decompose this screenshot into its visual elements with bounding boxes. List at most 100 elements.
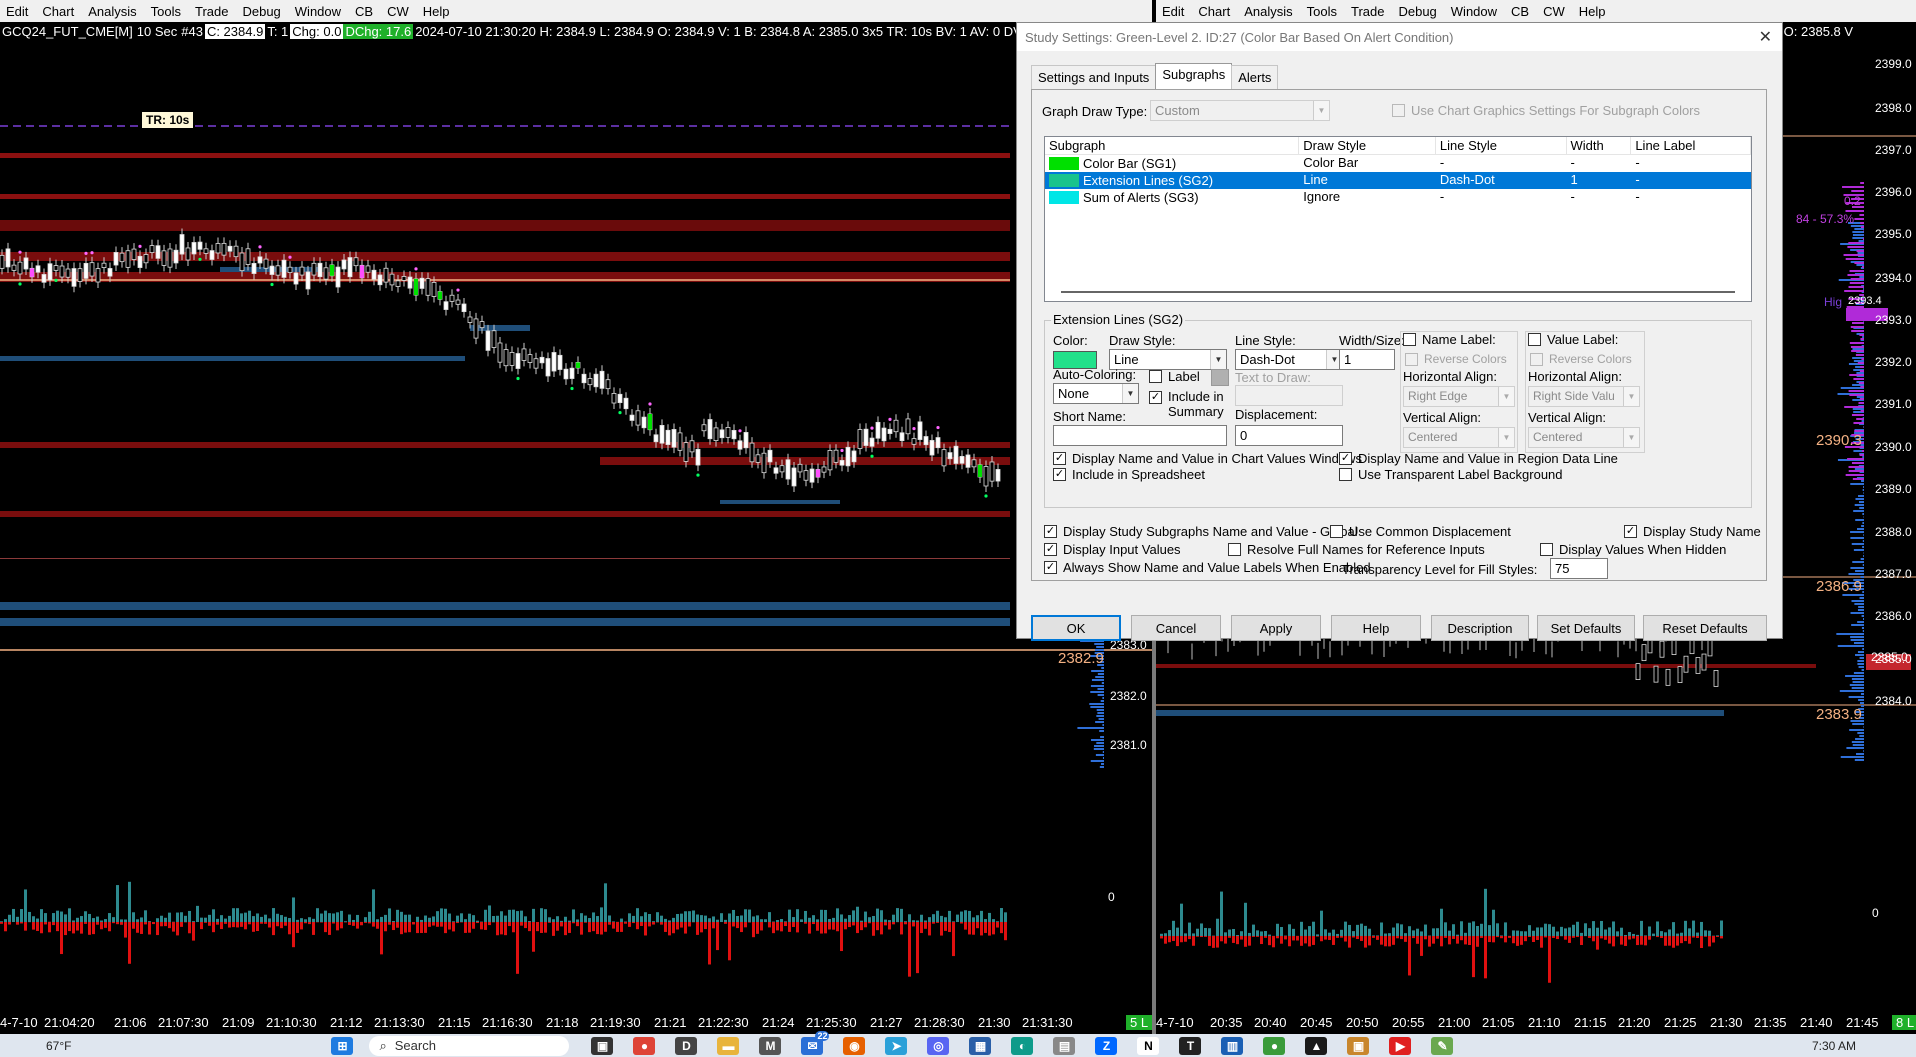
resolve-full-names-checkbox[interactable]: Resolve Full Names for Reference Inputs (1228, 542, 1485, 557)
tradingview-icon[interactable]: T (1179, 1036, 1202, 1055)
horizontal-align-select[interactable]: Right Side Valu ▼ (1528, 386, 1640, 407)
line-style-select[interactable]: Dash-Dot ▼ (1235, 349, 1343, 370)
telegram-icon[interactable]: ➤ (885, 1036, 908, 1055)
set-defaults-button[interactable]: Set Defaults (1537, 615, 1635, 641)
ok-button[interactable]: OK (1031, 615, 1121, 641)
column-header[interactable]: Draw Style (1299, 137, 1436, 154)
display-region-data-checkbox[interactable]: ✓ Display Name and Value in Region Data … (1339, 451, 1618, 466)
app-icon-5[interactable]: ✎ (1431, 1036, 1454, 1055)
profile-bar-purple (1850, 346, 1864, 348)
dell-icon[interactable]: D (675, 1036, 698, 1055)
short-name-input[interactable] (1053, 425, 1227, 446)
chart-left[interactable]: GCQ24_FUT_CME[M] 10 Sec #43 C: 2384.9 T:… (0, 22, 1152, 1034)
menu-analysis[interactable]: Analysis (1238, 4, 1300, 19)
menu-debug[interactable]: Debug (236, 4, 288, 19)
app-icon-4[interactable]: ▣ (1347, 1036, 1370, 1055)
auto-coloring-select[interactable]: None ▼ (1053, 383, 1139, 404)
width-stepper[interactable]: 1 (1339, 349, 1395, 370)
tab-subgraphs[interactable]: Subgraphs (1155, 63, 1233, 89)
column-header[interactable]: Subgraph (1045, 137, 1300, 154)
file-explorer-icon[interactable]: ▬ (717, 1036, 740, 1055)
zalo-icon[interactable]: Z (1095, 1036, 1118, 1055)
tab-alerts[interactable]: Alerts (1231, 65, 1279, 89)
menu-trade[interactable]: Trade (1345, 4, 1392, 19)
horizontal-scrollbar[interactable] (1061, 291, 1735, 293)
display-input-values-checkbox[interactable]: ✓ Display Input Values (1044, 542, 1181, 557)
display-when-hidden-checkbox[interactable]: Display Values When Hidden (1540, 542, 1726, 557)
value-label-checkbox[interactable]: Value Label: (1528, 332, 1618, 347)
table-row[interactable]: Color Bar (SG1) Color Bar - - - (1045, 155, 1751, 172)
profile-bar-purple (1854, 218, 1864, 220)
subgraph-table[interactable]: Subgraph Draw Style Line Style Width Lin… (1044, 136, 1752, 302)
reset-defaults-button[interactable]: Reset Defaults (1643, 615, 1767, 641)
menu-help[interactable]: Help (1573, 4, 1614, 19)
column-header[interactable]: Line Style (1436, 137, 1567, 154)
help-button[interactable]: Help (1331, 615, 1421, 641)
graph-draw-type-select[interactable]: Custom ▼ (1150, 100, 1330, 121)
column-header[interactable]: Line Label (1631, 137, 1751, 154)
menu-window[interactable]: Window (289, 4, 349, 19)
task-view-icon[interactable]: ▣ (591, 1036, 614, 1055)
table-row[interactable]: Sum of Alerts (SG3) Ignore - - - (1045, 189, 1751, 206)
vertical-align-select[interactable]: Centered ▼ (1528, 427, 1640, 448)
tab-settings-and-inputs[interactable]: Settings and Inputs (1031, 65, 1157, 89)
store-icon[interactable]: ▦ (969, 1036, 992, 1055)
app-icon-2[interactable]: ▥ (1221, 1036, 1244, 1055)
reverse-colors-checkbox[interactable]: Reverse Colors (1405, 352, 1507, 366)
menu-analysis[interactable]: Analysis (82, 4, 144, 19)
horizontal-align-select[interactable]: Right Edge ▼ (1403, 386, 1515, 407)
menu-debug[interactable]: Debug (1392, 4, 1444, 19)
edge-icon[interactable]: ◐ (1011, 1036, 1034, 1055)
mail-icon[interactable]: ✉ 22 (801, 1030, 830, 1055)
column-header[interactable]: Width (1567, 137, 1632, 154)
display-study-name-checkbox[interactable]: ✓ Display Study Name (1624, 524, 1761, 539)
firefox-icon[interactable]: ◉ (843, 1036, 866, 1055)
notion-icon[interactable]: N (1137, 1036, 1160, 1055)
menu-edit[interactable]: Edit (1156, 4, 1192, 19)
cancel-button[interactable]: Cancel (1131, 615, 1221, 641)
menu-cw[interactable]: CW (1537, 4, 1573, 19)
use-chart-graphics-checkbox[interactable]: Use Chart Graphics Settings For Subgraph… (1392, 103, 1700, 118)
price-chart-left[interactable] (0, 22, 1152, 1034)
displacement-stepper[interactable]: 0 (1235, 425, 1343, 446)
include-spreadsheet-checkbox[interactable]: ✓ Include in Spreadsheet (1053, 467, 1205, 482)
apply-button[interactable]: Apply (1231, 615, 1321, 641)
transparency-input[interactable]: 75 (1550, 558, 1608, 579)
name-label-checkbox[interactable]: Name Label: (1403, 332, 1496, 347)
menu-help[interactable]: Help (417, 4, 458, 19)
weather-text[interactable]: 67°F (46, 1039, 71, 1053)
close-icon[interactable]: ✕ (1759, 27, 1772, 47)
menu-cb[interactable]: CB (349, 4, 381, 19)
menu-trade[interactable]: Trade (189, 4, 236, 19)
menu-window[interactable]: Window (1445, 4, 1505, 19)
search-box[interactable]: ⌕ Search (369, 1035, 570, 1056)
calculator-icon[interactable]: ▤ (1053, 1036, 1076, 1055)
display-subgraphs-global-checkbox[interactable]: ✓ Display Study Subgraphs Name and Value… (1044, 524, 1358, 539)
menu-cw[interactable]: CW (381, 4, 417, 19)
menu-edit[interactable]: Edit (0, 4, 36, 19)
vertical-align-select[interactable]: Centered ▼ (1403, 427, 1515, 448)
include-summary-checkbox[interactable]: ✓ Include in Summary (1149, 389, 1234, 419)
transparent-label-checkbox[interactable]: Use Transparent Label Background (1339, 467, 1563, 482)
app-icon[interactable]: M (759, 1036, 782, 1055)
table-row-selected[interactable]: Extension Lines (SG2) Line Dash-Dot 1 - (1045, 172, 1751, 189)
label-color-button[interactable] (1211, 369, 1229, 386)
youtube-icon[interactable]: ▶ (1389, 1036, 1412, 1055)
menu-chart[interactable]: Chart (1192, 4, 1238, 19)
description-button[interactable]: Description (1431, 615, 1529, 641)
text-to-draw-input[interactable] (1235, 385, 1343, 406)
menu-cb[interactable]: CB (1505, 4, 1537, 19)
app-icon-3[interactable]: ● (1263, 1036, 1286, 1055)
menu-chart[interactable]: Chart (36, 4, 82, 19)
sierra-chart-icon[interactable]: ▲ (1305, 1036, 1328, 1055)
discord-icon[interactable]: ◎ (927, 1036, 950, 1055)
display-chart-values-checkbox[interactable]: ✓ Display Name and Value in Chart Values… (1053, 451, 1362, 466)
windows-start-icon[interactable]: ⊞ (331, 1036, 354, 1055)
common-displacement-checkbox[interactable]: Use Common Displacement (1330, 524, 1511, 539)
chrome-icon[interactable]: ● (633, 1036, 656, 1055)
reverse-colors-checkbox[interactable]: Reverse Colors (1530, 352, 1632, 366)
menu-tools[interactable]: Tools (1301, 4, 1345, 19)
always-show-labels-checkbox[interactable]: ✓ Always Show Name and Value Labels When… (1044, 560, 1371, 575)
label-checkbox[interactable]: Label (1149, 369, 1200, 384)
menu-tools[interactable]: Tools (145, 4, 189, 19)
